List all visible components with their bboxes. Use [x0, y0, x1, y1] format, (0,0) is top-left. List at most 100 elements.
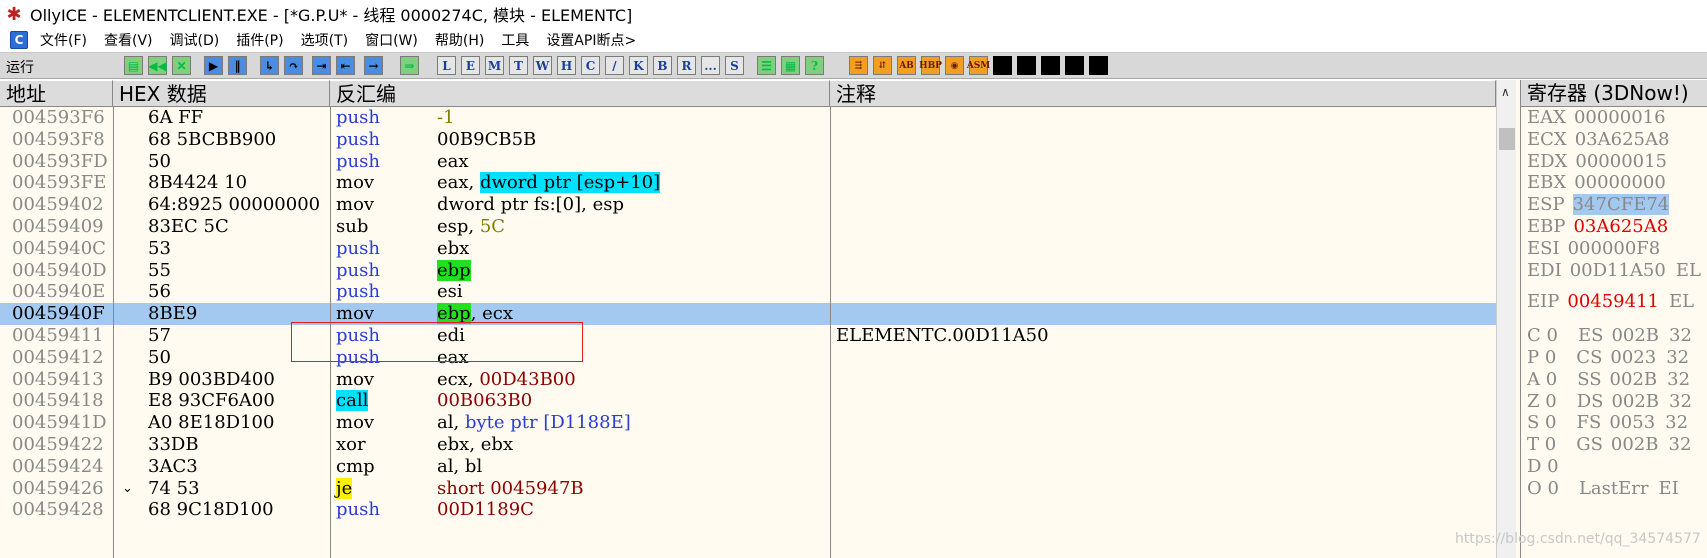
close-icon[interactable]: ✕: [172, 56, 191, 75]
register-value: 000000F8: [1567, 237, 1661, 259]
plugin-ab-icon[interactable]: AB: [897, 56, 916, 75]
scroll-thumb[interactable]: [1499, 128, 1515, 150]
plugin-blank-icon[interactable]: [1065, 56, 1084, 75]
column-header-disasm[interactable]: 反汇编: [330, 80, 830, 107]
column-header-address[interactable]: 地址: [0, 80, 113, 107]
disasm-row[interactable]: 00459428 68 9C18D100 push 00D1189C: [0, 499, 1496, 521]
register-row[interactable]: EDI 00D11A50 EL: [1527, 260, 1701, 282]
disasm-row[interactable]: 004593FD 50 push eax: [0, 151, 1496, 173]
disasm-row[interactable]: 00459411 57 push edi ELEMENTC.00D11A50: [0, 325, 1496, 347]
list-icon[interactable]: ☰: [757, 56, 776, 75]
plugin-blank-icon[interactable]: [1041, 56, 1060, 75]
plugin-target-icon[interactable]: ◉: [945, 56, 964, 75]
scroll-up-icon[interactable]: ∧: [1501, 85, 1510, 99]
breakpoints-button[interactable]: B: [653, 56, 672, 75]
disasm-row[interactable]: 00459426 ⌄ 74 53 je short 0045947B: [0, 477, 1496, 500]
plugin-arrows-icon[interactable]: ⇶: [849, 56, 868, 75]
flag-row[interactable]: Z 0 DS 002B 32: [1527, 391, 1692, 413]
pause-icon[interactable]: ‖: [228, 56, 247, 75]
menu-set-api-breakpoint[interactable]: 设置API断点>: [546, 30, 636, 50]
cpu-window-icon[interactable]: C: [10, 31, 28, 49]
flag-row[interactable]: T 0 GS 002B 32: [1527, 434, 1691, 456]
disasm-row[interactable]: 00459409 83EC 5C sub esp, 5C: [0, 216, 1496, 238]
plugin-blank-icon[interactable]: [993, 56, 1012, 75]
goto-icon[interactable]: ⇒: [400, 56, 419, 75]
step-over-icon[interactable]: ↷: [284, 56, 303, 75]
plugin-blank-icon[interactable]: [1017, 56, 1036, 75]
register-row[interactable]: EDX 00000015: [1527, 151, 1667, 173]
register-row[interactable]: EBX 00000000: [1527, 172, 1666, 194]
flag-row[interactable]: A 0 SS 002B 32: [1527, 369, 1690, 391]
disasm-row[interactable]: 0045941D A0 8E18D100 mov al, byte ptr [D118…: [0, 412, 1496, 434]
menu-tools[interactable]: 工具: [501, 30, 529, 50]
run-icon[interactable]: ▶: [204, 56, 223, 75]
handles-button[interactable]: H: [557, 56, 576, 75]
grid-icon[interactable]: ▦: [781, 56, 800, 75]
open-icon[interactable]: ▤: [124, 56, 143, 75]
disasm-row[interactable]: 004593F8 68 5BCBB900 push 00B9CB5B: [0, 129, 1496, 151]
disasm-row[interactable]: 00459413 B9 003BD400 mov ecx, 00D43B00: [0, 369, 1496, 391]
patches-button[interactable]: /: [605, 56, 624, 75]
menu-view[interactable]: 查看(V): [104, 30, 153, 50]
flag-row[interactable]: S 0 FS 0053 32: [1527, 412, 1688, 434]
disasm-row[interactable]: 0045940D 55 push ebp: [0, 259, 1496, 282]
source-button[interactable]: S: [725, 56, 744, 75]
disassembly-scrollbar[interactable]: ∧: [1496, 80, 1516, 558]
cpu-button[interactable]: C: [581, 56, 600, 75]
disasm-row[interactable]: 00459402 64:8925 00000000 mov dword ptr fs:…: [0, 194, 1496, 216]
disasm-row[interactable]: 00459418 E8 93CF6A00 call 00B063B0: [0, 390, 1496, 412]
register-row[interactable]: EAX 00000016: [1527, 107, 1666, 129]
disasm-row[interactable]: 0045940F 8BE9 mov ebp, ecx: [0, 303, 1496, 326]
references-button[interactable]: R: [677, 56, 696, 75]
windows-button[interactable]: W: [533, 56, 552, 75]
menu-help[interactable]: 帮助(H): [435, 30, 484, 50]
disasm-row[interactable]: 00459422 33DB xor ebx, ebx: [0, 434, 1496, 456]
column-header-comment[interactable]: 注释: [830, 80, 1496, 107]
run-trace-button[interactable]: ...: [701, 56, 720, 75]
menu-plugins[interactable]: 插件(P): [236, 30, 283, 50]
menu-window[interactable]: 窗口(W): [365, 30, 418, 50]
call-stack-button[interactable]: K: [629, 56, 648, 75]
disassembly-list[interactable]: 004593F6 6A FF push -1 004593F8 68 5BCBB900 pu…: [0, 107, 1496, 558]
disasm-row[interactable]: 00459412 50 push eax: [0, 347, 1496, 369]
disasm-row[interactable]: 0045940C 53 push ebx: [0, 238, 1496, 260]
segment-extra: 32: [1668, 434, 1692, 456]
disasm-row[interactable]: 004593F6 6A FF push -1: [0, 107, 1496, 129]
plugin-asm-icon[interactable]: ASM: [967, 56, 990, 75]
menu-file[interactable]: 文件(F): [40, 30, 87, 50]
row-mnemonic: push: [336, 259, 380, 281]
row-mnemonic: push: [336, 281, 380, 303]
register-row[interactable]: ESP 347CFE74: [1527, 194, 1670, 216]
register-row[interactable]: ECX 03A625A8: [1527, 129, 1669, 151]
trace-over-icon[interactable]: ⇤: [336, 56, 355, 75]
flag-row[interactable]: D 0: [1527, 456, 1559, 478]
flag-row[interactable]: C 0 ES 002B 32: [1527, 325, 1692, 347]
executable-modules-button[interactable]: E: [461, 56, 480, 75]
disasm-row[interactable]: 0045940E 56 push esi: [0, 281, 1496, 303]
threads-button[interactable]: T: [509, 56, 528, 75]
column-header-hex[interactable]: HEX 数据: [113, 80, 330, 107]
menu-debug[interactable]: 调试(D): [170, 30, 220, 50]
log-window-button[interactable]: L: [437, 56, 456, 75]
registers-header[interactable]: 寄存器 (3DNow!): [1521, 80, 1707, 107]
plugin-blank-icon[interactable]: [1089, 56, 1108, 75]
flag-row[interactable]: P 0 CS 0023 32: [1527, 347, 1689, 369]
plugin-hbp-icon[interactable]: HBP: [919, 56, 942, 75]
register-row[interactable]: EIP 00459411 EL: [1527, 291, 1694, 313]
disasm-row[interactable]: 004593FE 8B4424 10 mov eax, dword ptr [esp+…: [0, 172, 1496, 194]
restart-icon[interactable]: ◀◀: [148, 56, 167, 75]
trace-into-icon[interactable]: ⇥: [312, 56, 331, 75]
flag-row[interactable]: O 0 LastErr EI: [1527, 478, 1679, 500]
execute-till-return-icon[interactable]: →: [364, 56, 383, 75]
step-into-icon[interactable]: ↳: [260, 56, 279, 75]
disasm-row[interactable]: 00459424 3AC3 cmp al, bl: [0, 456, 1496, 478]
segment-name: CS: [1576, 347, 1603, 368]
help-icon[interactable]: ?: [805, 56, 824, 75]
register-row[interactable]: EBP 03A625A8: [1527, 216, 1668, 238]
memory-map-button[interactable]: M: [485, 56, 504, 75]
row-mnemonic: mov: [336, 368, 375, 390]
menu-options[interactable]: 选项(T): [301, 30, 348, 50]
plugin-arrows2-icon[interactable]: ⇵: [873, 56, 892, 75]
register-row[interactable]: ESI 000000F8: [1527, 238, 1660, 260]
segment-extra: 32: [1667, 368, 1691, 390]
